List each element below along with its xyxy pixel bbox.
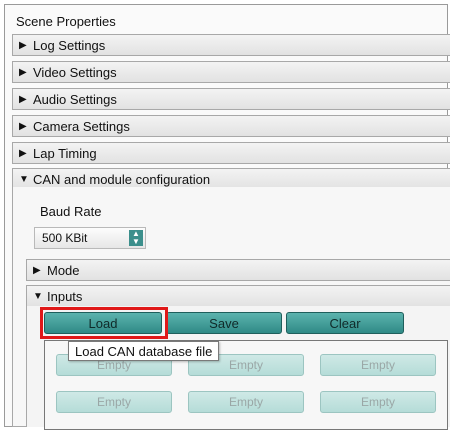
subsection-label: Mode bbox=[47, 262, 80, 278]
section-audio-settings[interactable]: ▶ Audio Settings bbox=[12, 88, 450, 110]
collapse-arrow-icon: ▼ bbox=[33, 290, 43, 302]
expand-arrow-icon: ▶ bbox=[19, 66, 27, 78]
subsection-label: Inputs bbox=[47, 288, 83, 304]
load-tooltip: Load CAN database file bbox=[68, 341, 220, 361]
input-slot[interactable]: Empty bbox=[320, 391, 436, 413]
section-lap-timing[interactable]: ▶ Lap Timing bbox=[12, 142, 450, 164]
input-slot[interactable]: Empty bbox=[320, 354, 436, 376]
expand-arrow-icon: ▶ bbox=[33, 264, 41, 276]
load-highlight-box bbox=[40, 307, 168, 339]
baud-rate-label: Baud Rate bbox=[40, 204, 102, 219]
collapse-arrow-icon: ▼ bbox=[19, 173, 29, 185]
section-label: Audio Settings bbox=[33, 91, 117, 107]
expand-arrow-icon: ▶ bbox=[19, 120, 27, 132]
expand-arrow-icon: ▶ bbox=[19, 93, 27, 105]
expand-arrow-icon: ▶ bbox=[19, 147, 27, 159]
baud-rate-value: 500 KBit bbox=[42, 231, 88, 245]
section-camera-settings[interactable]: ▶ Camera Settings bbox=[12, 115, 450, 137]
save-button[interactable]: Save bbox=[166, 312, 282, 334]
section-label: CAN and module configuration bbox=[33, 171, 211, 187]
clear-button[interactable]: Clear bbox=[286, 312, 404, 334]
section-video-settings[interactable]: ▶ Video Settings bbox=[12, 61, 450, 83]
panel-title: Scene Properties bbox=[16, 14, 116, 29]
baud-rate-select[interactable]: 500 KBit ▲ ▼ bbox=[34, 227, 146, 249]
section-label: Video Settings bbox=[33, 64, 117, 80]
section-label: Lap Timing bbox=[33, 145, 97, 161]
subsection-inputs[interactable]: ▼ Inputs bbox=[26, 285, 450, 307]
input-slot[interactable]: Empty bbox=[188, 391, 304, 413]
input-slot[interactable]: Empty bbox=[56, 391, 172, 413]
section-label: Log Settings bbox=[33, 37, 106, 53]
section-log-settings[interactable]: ▶ Log Settings bbox=[12, 34, 450, 56]
spinner-arrows-icon[interactable]: ▲ ▼ bbox=[129, 230, 143, 246]
subsection-mode[interactable]: ▶ Mode bbox=[26, 259, 450, 281]
expand-arrow-icon: ▶ bbox=[19, 39, 27, 51]
section-label: Camera Settings bbox=[33, 118, 130, 134]
